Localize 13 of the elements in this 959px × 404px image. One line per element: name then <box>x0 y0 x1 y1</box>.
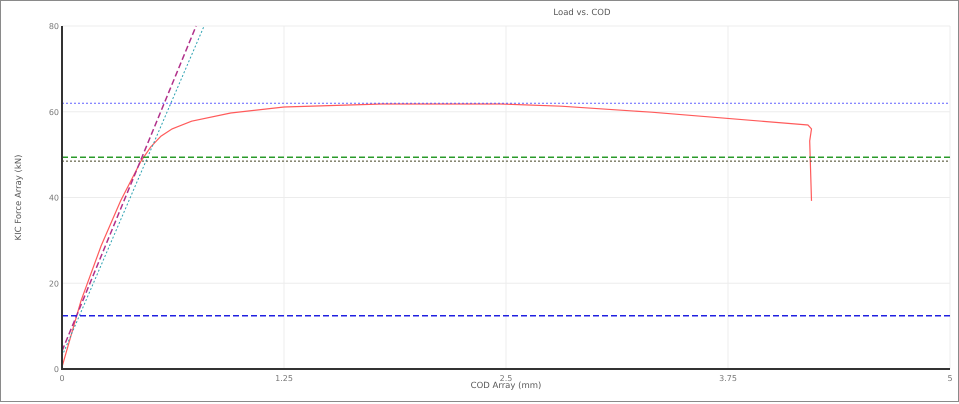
x-tick-label: 2.5 <box>500 374 512 383</box>
y-tick-label: 0 <box>54 365 59 374</box>
x-tick-label: 1.25 <box>275 374 293 383</box>
y-axis-label: KIC Force Array (kN) <box>14 154 24 240</box>
y-tick-label: 60 <box>48 108 59 117</box>
y-tick-label: 40 <box>48 194 59 202</box>
y-tick-label: 20 <box>48 279 59 288</box>
x-tick-label: 0 <box>59 374 65 383</box>
y-tick-label: 80 <box>48 22 59 31</box>
x-tick-label: 3.75 <box>719 374 737 383</box>
x-tick-label: 5 <box>947 374 953 383</box>
x-axis-label: COD Array (mm) <box>470 381 542 391</box>
chart-title: Load vs. COD <box>553 8 611 18</box>
